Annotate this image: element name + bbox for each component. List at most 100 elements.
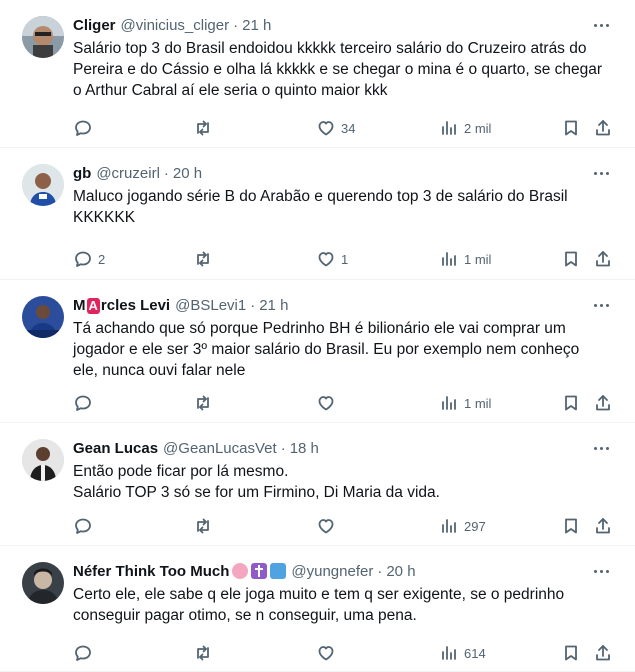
bookmark-button[interactable]	[561, 249, 581, 269]
user-handle[interactable]: @yungnefer	[291, 563, 373, 580]
timestamp[interactable]: 18 h	[290, 440, 319, 457]
display-name[interactable]: M Arcles Levi	[73, 297, 170, 314]
heart-icon	[318, 519, 334, 534]
avatar[interactable]	[22, 296, 64, 338]
bookmark-button[interactable]	[561, 118, 581, 138]
tweet-text: Maluco jogando série B do Arabão e quere…	[73, 188, 568, 226]
user-handle[interactable]: @vinicius_cliger	[121, 17, 230, 34]
timestamp[interactable]: 20 h	[386, 563, 415, 580]
retweet-button[interactable]	[193, 249, 218, 269]
retweet-button[interactable]	[193, 118, 218, 138]
more-options-icon[interactable]	[591, 166, 611, 180]
tweet-header: Cliger @vinicius_cliger · 21 h	[73, 14, 619, 36]
tweet-text: Salário top 3 do Brasil endoidou kkkkk t…	[73, 40, 603, 99]
like-button[interactable]: 1	[316, 249, 348, 269]
heart-icon	[318, 646, 334, 661]
views-button[interactable]: 297	[439, 516, 486, 536]
bookmark-button[interactable]	[561, 643, 581, 663]
views-button[interactable]: 2 mil	[439, 118, 491, 138]
reply-button[interactable]	[73, 118, 98, 138]
tweet[interactable]: Gean Lucas @GeanLucasVet · 18 h Então po…	[0, 423, 635, 546]
share-button[interactable]	[593, 249, 613, 269]
timestamp[interactable]: 21 h	[259, 297, 288, 314]
display-name[interactable]: Gean Lucas	[73, 440, 158, 457]
share-button[interactable]	[593, 516, 613, 536]
heart-icon	[318, 121, 334, 136]
like-button[interactable]	[316, 643, 341, 663]
cross-emoji-icon	[251, 563, 268, 579]
more-options-icon[interactable]	[591, 18, 611, 32]
tweet-actions: 1 mil	[73, 392, 617, 414]
bookmark-button[interactable]	[561, 516, 581, 536]
views-count: 1 mil	[464, 251, 492, 267]
share-icon	[596, 251, 610, 267]
bookmark-button[interactable]	[561, 393, 581, 413]
views-count: 614	[464, 645, 486, 661]
retweet-icon	[197, 251, 209, 267]
tweet-header: Néfer Think Too Much @yungnefer · 20 h	[73, 560, 619, 582]
tweet[interactable]: gb @cruzeirl · 20 h Maluco jogando série…	[0, 148, 635, 280]
avatar[interactable]	[22, 562, 64, 604]
analytics-icon	[442, 396, 456, 410]
music-notes-emoji-icon	[270, 563, 287, 579]
like-count: 34	[341, 120, 356, 136]
share-button[interactable]	[593, 393, 613, 413]
reply-count: 2	[98, 251, 106, 267]
views-count: 297	[464, 518, 486, 534]
analytics-icon	[442, 646, 456, 660]
timestamp[interactable]: 21 h	[242, 17, 271, 34]
retweet-icon	[197, 395, 209, 411]
share-icon	[596, 645, 610, 661]
reply-icon	[75, 120, 91, 136]
tweet[interactable]: Cliger @vinicius_cliger · 21 h Salário t…	[0, 0, 635, 148]
more-options-icon[interactable]	[591, 298, 611, 312]
share-icon	[596, 518, 610, 534]
avatar[interactable]	[22, 439, 64, 481]
views-button[interactable]: 1 mil	[439, 249, 491, 269]
tweet[interactable]: Néfer Think Too Much @yungnefer · 20 h C…	[0, 546, 635, 672]
more-options-icon[interactable]	[591, 441, 611, 455]
like-button[interactable]	[316, 516, 341, 536]
separator: ·	[163, 164, 169, 182]
tweet-actions: 297	[73, 515, 617, 537]
retweet-button[interactable]	[193, 393, 218, 413]
views-count: 2 mil	[464, 120, 492, 136]
user-handle[interactable]: @BSLevi1	[175, 297, 246, 314]
tweet-header: Gean Lucas @GeanLucasVet · 18 h	[73, 437, 619, 459]
retweet-button[interactable]	[193, 643, 218, 663]
analytics-icon	[442, 519, 456, 533]
display-name[interactable]: gb	[73, 165, 91, 182]
more-options-icon[interactable]	[591, 564, 611, 578]
tweet[interactable]: M Arcles Levi @BSLevi1 · 21 h Tá achando …	[0, 280, 635, 423]
tweet-feed: Cliger @vinicius_cliger · 21 h Salário t…	[0, 0, 635, 672]
bookmark-icon	[565, 120, 577, 136]
retweet-icon	[197, 518, 209, 534]
display-name[interactable]: Cliger	[73, 17, 116, 34]
tweet-text: Certo ele, ele sabe q ele joga muito e t…	[73, 586, 565, 624]
separator: ·	[280, 439, 286, 457]
reply-button[interactable]	[73, 643, 98, 663]
like-button[interactable]: 34	[316, 118, 355, 138]
tweet-actions: 614	[73, 642, 617, 664]
views-count: 1 mil	[464, 395, 492, 411]
heart-icon	[318, 396, 334, 411]
user-handle[interactable]: @cruzeirl	[96, 165, 160, 182]
reply-button[interactable]	[73, 516, 98, 536]
analytics-icon	[442, 121, 456, 135]
views-button[interactable]: 614	[439, 643, 486, 663]
reply-button[interactable]: 2	[73, 249, 105, 269]
reply-button[interactable]	[73, 393, 98, 413]
share-button[interactable]	[593, 643, 613, 663]
avatar[interactable]	[22, 164, 64, 206]
bookmark-icon	[565, 645, 577, 661]
share-button[interactable]	[593, 118, 613, 138]
retweet-button[interactable]	[193, 516, 218, 536]
reply-icon	[75, 645, 91, 661]
views-button[interactable]: 1 mil	[439, 393, 491, 413]
display-name[interactable]: Néfer Think Too Much	[73, 563, 229, 580]
like-button[interactable]	[316, 393, 341, 413]
avatar[interactable]	[22, 16, 64, 58]
user-handle[interactable]: @GeanLucasVet	[163, 440, 277, 457]
reply-icon	[75, 518, 91, 534]
timestamp[interactable]: 20 h	[173, 165, 202, 182]
